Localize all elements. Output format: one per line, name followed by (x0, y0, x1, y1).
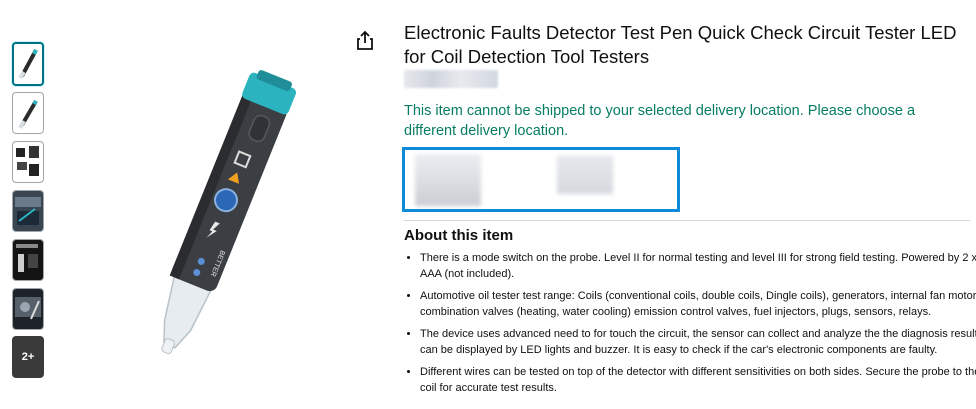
more-images-label: 2+ (21, 351, 35, 363)
about-heading: About this item (404, 227, 514, 244)
thumbnail-dark[interactable] (12, 239, 44, 281)
blurred-price (415, 154, 481, 206)
thumbnail-engine[interactable] (12, 288, 44, 330)
pen-thumb-image (18, 99, 38, 129)
thumbnail-usage[interactable] (12, 190, 44, 232)
share-icon-graphic (357, 30, 373, 50)
features-thumb-image (16, 146, 39, 176)
thumbnail-features[interactable] (12, 141, 44, 183)
share-icon[interactable] (354, 30, 376, 52)
product-title: Electronic Faults Detector Test Pen Quic… (404, 22, 957, 67)
usage-thumb-image (13, 191, 43, 231)
about-bullet-list: There is a mode switch on the probe. Lev… (404, 250, 976, 402)
thumbnail-pen-2[interactable] (12, 92, 44, 134)
shipping-message: This item cannot be shipped to your sele… (404, 103, 916, 139)
blurred-byline (404, 70, 498, 88)
thumbnail-pen-1[interactable] (12, 42, 44, 86)
blurred-option (557, 156, 613, 194)
about-bullet: The device uses advanced need to for tou… (420, 326, 976, 358)
test-pen-image: BETTER (161, 70, 296, 355)
pen-thumb-image (18, 49, 38, 80)
about-bullet: Automotive oil tester test range: Coils … (420, 288, 976, 320)
more-images-button[interactable]: 2+ (12, 336, 44, 378)
about-bullet: Different wires can be tested on top of … (420, 364, 976, 396)
blurred-price-box (402, 147, 680, 212)
section-divider (404, 220, 970, 221)
about-bullet: There is a mode switch on the probe. Lev… (420, 250, 976, 282)
dark-thumb-image (13, 240, 43, 280)
main-product-image[interactable]: BETTER (100, 60, 340, 370)
engine-thumb-image (13, 289, 43, 329)
